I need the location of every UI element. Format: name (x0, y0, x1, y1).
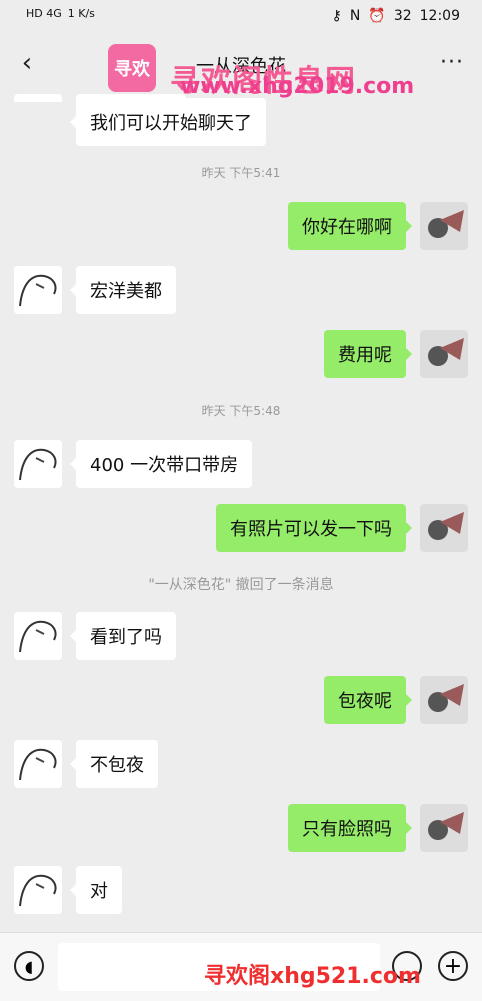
avatar[interactable] (420, 504, 468, 552)
avatar[interactable] (420, 202, 468, 250)
avatar-image-left (14, 740, 62, 788)
avatar-image-left (14, 866, 62, 914)
status-left: HD 4G 1 K/s (26, 7, 95, 20)
alarm-icon: ⏰ (368, 8, 386, 24)
voice-icon[interactable]: ◖ (14, 951, 44, 981)
message-bubble-right[interactable]: 有照片可以发一下吗 (216, 504, 412, 552)
avatar-image-left (14, 612, 62, 660)
more-dots-icon[interactable]: ··· (440, 50, 464, 75)
avatar[interactable] (14, 440, 62, 488)
watermark-url-bottom: 寻欢阁xhg521.com (204, 964, 421, 989)
network-indicator: HD 4G (26, 7, 62, 20)
clock-text: 12:09 (419, 8, 460, 24)
avatar[interactable] (420, 676, 468, 724)
avatar[interactable] (14, 612, 62, 660)
battery-icon: 32 (393, 8, 412, 24)
message-row: 我们可以开始聊天了 (0, 98, 482, 146)
avatar[interactable] (420, 804, 468, 852)
system-message: "一从深色花" 撤回了一条消息 (148, 577, 334, 593)
avatar-image-right (420, 504, 468, 552)
message-bubble-right[interactable]: 包夜呢 (324, 676, 412, 724)
message-row: 有照片可以发一下吗 (0, 504, 482, 552)
status-right: ⚷ N ⏰ 32 12:09 (332, 8, 460, 24)
avatar-image-right (420, 804, 468, 852)
plus-icon[interactable]: + (438, 951, 468, 981)
message-bubble-right[interactable]: 你好在哪啊 (288, 202, 412, 250)
message-bubble-right[interactable]: 只有脸照吗 (288, 804, 412, 852)
message-row: 400 一次带口带房 (0, 440, 482, 488)
speed-indicator: 1 K/s (67, 7, 95, 20)
message-bubble-left[interactable]: 对 (70, 866, 122, 914)
chat-messages[interactable]: 我们可以开始聊天了 昨天 下午5:41 你好在哪啊 宏洋美都 费用呢 昨天 下午… (0, 94, 482, 932)
avatar-image-right (420, 202, 468, 250)
status-bar: HD 4G 1 K/s ⚷ N ⏰ 32 12:09 (0, 0, 482, 36)
avatar-image-left (14, 440, 62, 488)
message-row: 费用呢 (0, 330, 482, 378)
avatar-image-right (420, 330, 468, 378)
avatar[interactable] (420, 330, 468, 378)
avatar-image-right (420, 676, 468, 724)
message-row: 看到了吗 (0, 612, 482, 660)
message-row: 对 (0, 866, 482, 914)
message-bubble-left[interactable]: 我们可以开始聊天了 (70, 98, 266, 146)
avatar-image-left (14, 266, 62, 314)
key-icon: ⚷ (331, 8, 342, 24)
avatar[interactable] (14, 866, 62, 914)
watermark-logo: 寻欢 (108, 44, 156, 92)
message-bubble-left[interactable]: 不包夜 (70, 740, 158, 788)
message-row: 只有脸照吗 (0, 804, 482, 852)
message-bubble-left[interactable]: 400 一次带口带房 (69, 440, 253, 488)
message-row: 宏洋美都 (0, 266, 482, 314)
message-row: 不包夜 (0, 740, 482, 788)
message-bubble-left[interactable]: 宏洋美都 (70, 266, 176, 314)
avatar[interactable] (14, 266, 62, 314)
message-bubble-left[interactable]: 看到了吗 (70, 612, 176, 660)
nfc-icon: N (349, 8, 361, 24)
avatar[interactable] (14, 740, 62, 788)
message-row: 你好在哪啊 (0, 202, 482, 250)
timestamp: 昨天 下午5:41 (201, 166, 281, 180)
message-bubble-right[interactable]: 费用呢 (324, 330, 412, 378)
message-row: 包夜呢 (0, 676, 482, 724)
timestamp: 昨天 下午5:48 (201, 404, 281, 418)
